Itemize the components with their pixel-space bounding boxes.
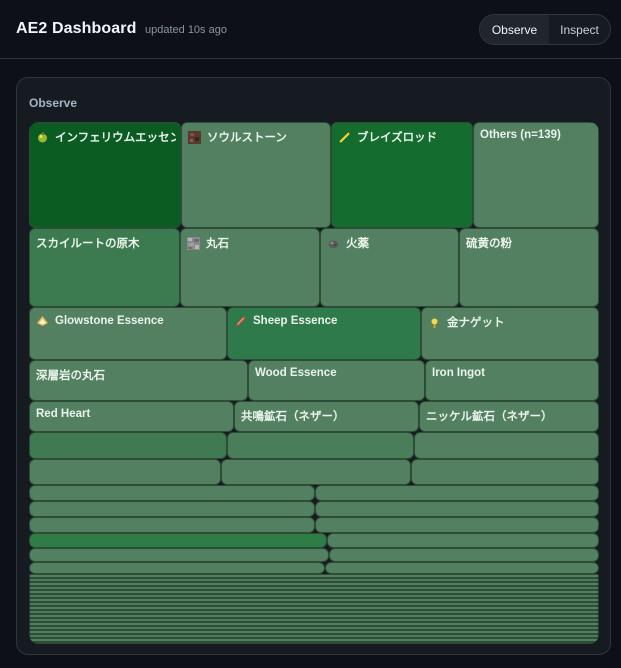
treemap-tile-text: 深層岩の丸石 bbox=[36, 370, 105, 382]
observe-panel: Observe インフェリウムエッセンス ソウルストーン ブレイズロッド Others… bbox=[16, 77, 611, 655]
treemap-tile-text: スカイルートの原木 bbox=[36, 238, 140, 250]
treemap-tile-label: ニッケル鉱石（ネザー） bbox=[426, 408, 594, 424]
treemap-tile-text: ブレイズロッド bbox=[357, 132, 438, 144]
treemap-tile[interactable] bbox=[29, 432, 227, 459]
treemap-tile-text: 共鳴鉱石（ネザー） bbox=[241, 411, 345, 423]
blaze-rod-icon bbox=[338, 131, 351, 144]
treemap-tile[interactable] bbox=[327, 533, 599, 548]
treemap-tile[interactable] bbox=[315, 501, 599, 517]
treemap-tile-text: 硫黄の粉 bbox=[466, 238, 512, 250]
treemap-tile-text: Others (n=139) bbox=[480, 129, 561, 141]
treemap-tile[interactable] bbox=[29, 517, 315, 533]
cobblestone-icon bbox=[187, 236, 200, 250]
treemap-tile-text: ソウルストーン bbox=[207, 132, 287, 144]
treemap-tile-label: ソウルストーン bbox=[188, 129, 326, 145]
treemap-tile[interactable]: ブレイズロッド bbox=[331, 122, 473, 228]
treemap-tile[interactable] bbox=[221, 459, 411, 485]
treemap-tile-text: インフェリウムエッセンス bbox=[55, 132, 176, 144]
treemap-tile-label: 深層岩の丸石 bbox=[36, 367, 243, 383]
treemap-tile[interactable] bbox=[227, 432, 414, 459]
treemap-tile-text: 金ナゲット bbox=[447, 317, 505, 329]
soulstone-icon bbox=[188, 130, 201, 144]
app-title: AE2 Dashboard bbox=[16, 20, 137, 37]
treemap-tile[interactable] bbox=[29, 548, 329, 562]
treemap-tile[interactable]: Wood Essence bbox=[248, 360, 425, 401]
gold-nugget-icon bbox=[428, 316, 441, 329]
treemap-tile-text: Wood Essence bbox=[255, 367, 337, 379]
treemap-tile-label: Wood Essence bbox=[255, 367, 420, 379]
treemap-tile-text: Glowstone Essence bbox=[55, 314, 164, 327]
sheep-essence-icon bbox=[234, 314, 247, 327]
treemap-tile-label: Sheep Essence bbox=[234, 314, 416, 327]
treemap-tile[interactable]: 深層岩の丸石 bbox=[29, 360, 248, 401]
treemap-tile[interactable]: 硫黄の粉 bbox=[459, 228, 599, 307]
treemap-tile-label: インフェリウムエッセンス bbox=[36, 129, 176, 145]
glowstone-essence-icon bbox=[36, 314, 49, 327]
treemap-tile-text: Iron Ingot bbox=[432, 367, 486, 379]
treemap-tile-label: ブレイズロッド bbox=[338, 129, 468, 145]
treemap-tile-label: 火薬 bbox=[327, 235, 454, 251]
treemap-tile[interactable]: ソウルストーン bbox=[181, 122, 331, 228]
treemap-tile-small[interactable] bbox=[29, 642, 599, 644]
inferium-essence-icon bbox=[36, 131, 49, 144]
treemap-tile[interactable]: Iron Ingot bbox=[425, 360, 599, 401]
treemap-tile-text: Red Heart bbox=[36, 408, 91, 420]
treemap: インフェリウムエッセンス ソウルストーン ブレイズロッド Others (n=139)… bbox=[29, 122, 599, 644]
treemap-tile[interactable] bbox=[29, 501, 315, 517]
panel-title: Observe bbox=[29, 96, 78, 110]
treemap-tile-label: 丸石 bbox=[187, 235, 315, 251]
treemap-tile[interactable] bbox=[325, 562, 599, 574]
treemap-tile[interactable]: Sheep Essence bbox=[227, 307, 421, 360]
treemap-tile[interactable]: ニッケル鉱石（ネザー） bbox=[419, 401, 599, 432]
treemap-tile[interactable]: Glowstone Essence bbox=[29, 307, 227, 360]
treemap-tile-label: 金ナゲット bbox=[428, 314, 594, 330]
treemap-tile-label: Glowstone Essence bbox=[36, 314, 222, 327]
treemap-tile[interactable]: Others (n=139) bbox=[473, 122, 599, 228]
treemap-tile[interactable] bbox=[29, 562, 325, 574]
treemap-tile-label: Iron Ingot bbox=[432, 367, 594, 379]
treemap-tile[interactable]: 丸石 bbox=[180, 228, 320, 307]
app-header: AE2 Dashboard updated 10s ago Observe In… bbox=[0, 0, 621, 59]
treemap-tile[interactable] bbox=[414, 432, 599, 459]
treemap-tile-text: 火薬 bbox=[346, 238, 369, 250]
treemap-tile[interactable]: 共鳴鉱石（ネザー） bbox=[234, 401, 419, 432]
treemap-tile-label: 共鳴鉱石（ネザー） bbox=[241, 408, 414, 424]
treemap-tile[interactable] bbox=[29, 485, 315, 501]
treemap-tile[interactable] bbox=[329, 548, 599, 562]
treemap-tile[interactable] bbox=[315, 485, 599, 501]
treemap-tile[interactable]: Red Heart bbox=[29, 401, 234, 432]
treemap-tile[interactable] bbox=[411, 459, 599, 485]
updated-status: updated 10s ago bbox=[145, 24, 227, 36]
treemap-tile[interactable]: 火薬 bbox=[320, 228, 459, 307]
treemap-tile[interactable]: スカイルートの原木 bbox=[29, 228, 180, 307]
treemap-tile-label: スカイルートの原木 bbox=[36, 235, 175, 251]
treemap-tile[interactable] bbox=[29, 533, 327, 548]
treemap-tile-text: ニッケル鉱石（ネザー） bbox=[426, 411, 553, 423]
gunpowder-icon bbox=[327, 237, 340, 250]
tab-inspect[interactable]: Inspect bbox=[549, 15, 610, 44]
treemap-tile[interactable]: インフェリウムエッセンス bbox=[29, 122, 181, 228]
treemap-tile[interactable] bbox=[29, 459, 221, 485]
treemap-tile[interactable] bbox=[315, 517, 599, 533]
treemap-tile[interactable]: 金ナゲット bbox=[421, 307, 599, 360]
treemap-tile-label: 硫黄の粉 bbox=[466, 235, 594, 251]
treemap-tile-label: Others (n=139) bbox=[480, 129, 594, 141]
treemap-tile-text: Sheep Essence bbox=[253, 314, 338, 327]
tab-observe[interactable]: Observe bbox=[480, 15, 549, 44]
treemap-tile-text: 丸石 bbox=[206, 238, 229, 250]
view-switcher: Observe Inspect bbox=[479, 14, 611, 45]
treemap-tile-label: Red Heart bbox=[36, 408, 229, 420]
